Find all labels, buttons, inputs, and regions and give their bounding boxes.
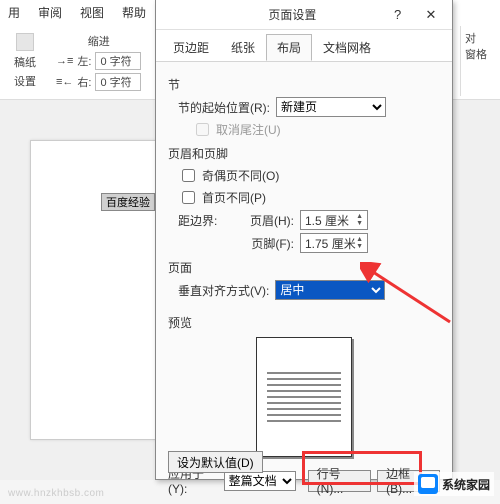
preview-thumbnail [256,337,352,457]
valign-label: 垂直对齐方式(V): [178,282,269,299]
dialog-tabs: 页边距 纸张 布局 文档网格 [156,30,452,62]
section-start-select[interactable]: 新建页 [276,97,386,117]
ribbon-label: 稿纸 [14,54,36,70]
section-start-label: 节的起始位置(R): [178,99,270,116]
apply-to-select[interactable]: 整篇文档 [224,471,296,491]
logo-text: 系统家园 [442,476,490,493]
dialog-titlebar: 页面设置 ? ✕ [156,0,452,30]
from-edge-label: 距边界: [178,212,238,229]
diff-odd-even-checkbox[interactable]: 奇偶页不同(O) [178,166,279,185]
input-value: 1.75 厘米 [305,235,356,252]
label: 左: [77,53,91,69]
ribbon-tab[interactable]: 帮助 [122,4,146,21]
dialog-title: 页面设置 [202,6,383,23]
indent-left-icon: →≡ [56,55,73,67]
ribbon-label: 设置 [14,73,36,89]
panel-text: 窗格 [465,46,496,62]
watermark-text: www.hnzkhbsb.com [8,488,104,499]
header-distance-input[interactable]: 1.5 厘米 ▲▼ [300,210,368,230]
header-label: 页眉(H): [244,212,294,229]
close-button[interactable]: ✕ [416,3,446,27]
document-page[interactable]: 百度经验 [30,140,160,440]
checkbox-label: 奇偶页不同(O) [202,167,279,184]
checkbox-label: 取消尾注(U) [216,121,281,138]
site-logo: 系统家园 [414,472,494,496]
spinner-arrows-icon[interactable]: ▲▼ [356,213,363,227]
panel-text: 对 [465,30,496,46]
indent-left-input[interactable]: 0 字符 [95,52,141,70]
spinner-arrows-icon[interactable]: ▲▼ [356,236,363,250]
diff-odd-even-input[interactable] [182,169,195,182]
label: 右: [77,74,91,90]
ribbon-tab[interactable]: 审阅 [38,4,62,21]
diff-first-checkbox[interactable]: 首页不同(P) [178,188,266,207]
right-panel: 对 窗格 [460,26,500,96]
checkbox-label: 首页不同(P) [202,189,266,206]
help-button[interactable]: ? [383,2,413,26]
section-title: 节 [168,76,440,93]
ribbon-group-paper[interactable]: 稿纸 设置 [8,31,42,91]
input-value: 1.5 厘米 [305,212,349,229]
tab-margins[interactable]: 页边距 [162,34,220,61]
set-default-button[interactable]: 设为默认值(D) [168,451,263,473]
footer-distance-input[interactable]: 1.75 厘米 ▲▼ [300,233,368,253]
selected-text: 百度经验 [101,193,155,211]
logo-icon [418,474,438,494]
ribbon-tab[interactable]: 视图 [80,4,104,21]
preview-title: 预览 [168,314,440,331]
suppress-endnotes-checkbox[interactable]: 取消尾注(U) [192,120,281,139]
indent-right-icon: ≡← [56,76,73,88]
dialog-footer: 设为默认值(D) [168,451,440,473]
page-setup-dialog: 页面设置 ? ✕ 页边距 纸张 布局 文档网格 节 节的起始位置(R): 新建页… [155,0,453,480]
indent-right-input[interactable]: 0 字符 [95,73,141,91]
tab-layout[interactable]: 布局 [266,34,312,61]
dialog-body: 节 节的起始位置(R): 新建页 取消尾注(U) 页眉和页脚 奇偶页不同(O) … [156,62,452,504]
suppress-endnotes-input [196,123,209,136]
diff-first-input[interactable] [182,191,195,204]
valign-select[interactable]: 居中 [275,280,385,300]
paper-icon [16,33,34,51]
ribbon-tab[interactable]: 用 [8,4,20,21]
group-title: 缩进 [88,33,110,49]
ribbon-group-indent: 缩进 →≡ 左: 0 字符 ≡← 右: 0 字符 [50,31,147,93]
tab-grid[interactable]: 文档网格 [312,34,382,61]
headerfooter-title: 页眉和页脚 [168,145,440,162]
page-section-title: 页面 [168,259,440,276]
tab-paper[interactable]: 纸张 [220,34,266,61]
footer-label: 页脚(F): [244,235,294,252]
